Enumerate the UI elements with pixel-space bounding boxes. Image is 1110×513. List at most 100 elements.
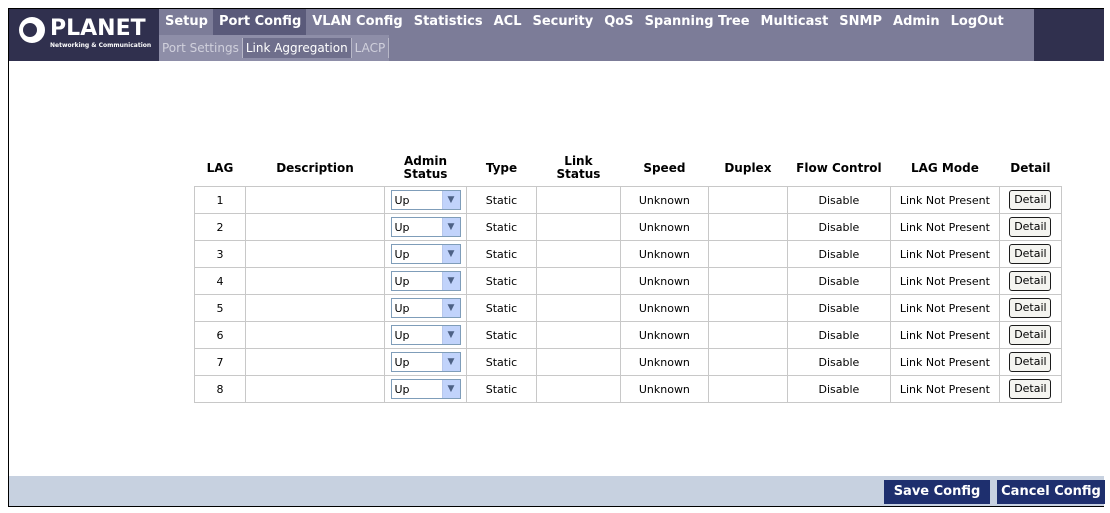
col-lag: LAG [206,160,234,175]
lag-mode-cell: Link Not Present [889,294,1000,322]
speed-cell: Unknown [619,375,709,403]
nav-item-spanning-tree[interactable]: Spanning Tree [639,9,755,35]
duplex-cell [707,267,788,295]
description-cell [245,186,385,214]
description-cell [245,375,385,403]
admin-status-cell: Up ▼ [384,348,467,376]
admin-status-cell: Up ▼ [384,240,467,268]
nav-item-statistics[interactable]: Statistics [408,9,488,35]
nav-item-qos[interactable]: QoS [598,9,638,35]
logo-tagline: Networking & Communication [50,42,152,49]
detail-button[interactable]: Detail [1009,244,1052,264]
table-row: 5 Up ▼ Static Unknown Disable Link Not Present… [194,294,1062,322]
lag-mode-cell: Link Not Present [889,348,1000,376]
app-frame: PLANET Networking & Communication Setup P… [8,8,1105,507]
chevron-down-icon[interactable]: ▼ [441,326,460,344]
subnav-item-lacp[interactable]: LACP [352,38,390,58]
nav-item-snmp[interactable]: SNMP [833,9,887,35]
table-row: 8 Up ▼ Static Unknown Disable Link Not Present… [194,375,1062,403]
lag-cell: 7 [194,348,246,376]
link-status-cell [536,294,621,322]
admin-status-select[interactable]: Up ▼ [390,190,461,210]
flow-control-cell: Disable [786,294,891,322]
admin-status-select[interactable]: Up ▼ [390,217,461,237]
description-cell [245,321,385,349]
col-duplex: Duplex [724,160,772,175]
type-cell: Static [466,267,537,295]
admin-status-value: Up [394,301,410,315]
chevron-down-icon[interactable]: ▼ [441,380,460,398]
nav-item-admin[interactable]: Admin [887,9,945,35]
lag-cell: 1 [194,186,246,214]
link-status-cell [536,186,621,214]
admin-status-value: Up [394,193,410,207]
admin-status-select[interactable]: Up ▼ [390,352,461,372]
nav-item-port-config[interactable]: Port Config [212,9,307,35]
table-header-row: LAG Description Admin Status Type Link S… [195,150,1062,187]
lag-cell: 3 [194,240,246,268]
col-type: Type [485,160,518,175]
subnav-item-port-settings[interactable]: Port Settings [159,38,243,58]
nav-item-acl[interactable]: ACL [488,9,527,35]
lag-table-body: 1 Up ▼ Static Unknown Disable Link Not Present… [194,186,1062,403]
detail-button[interactable]: Detail [1009,217,1052,237]
detail-button[interactable]: Detail [1009,325,1052,345]
type-cell: Static [466,321,537,349]
chevron-down-icon[interactable]: ▼ [441,272,460,290]
flow-control-cell: Disable [786,348,891,376]
flow-control-cell: Disable [786,240,891,268]
speed-cell: Unknown [619,213,709,241]
link-status-cell [536,267,621,295]
admin-status-value: Up [394,382,410,396]
detail-button[interactable]: Detail [1009,379,1052,399]
chevron-down-icon[interactable]: ▼ [441,218,460,236]
description-cell [245,267,385,295]
detail-button[interactable]: Detail [1009,271,1052,291]
admin-status-cell: Up ▼ [384,321,467,349]
admin-status-select[interactable]: Up ▼ [390,244,461,264]
nav-item-logout[interactable]: LogOut [945,9,1009,35]
table-row: 1 Up ▼ Static Unknown Disable Link Not Present… [194,186,1062,214]
duplex-cell [707,348,788,376]
speed-cell: Unknown [619,321,709,349]
chevron-down-icon[interactable]: ▼ [441,191,460,209]
admin-status-value: Up [394,220,410,234]
save-config-button[interactable]: Save Config [884,480,990,504]
subnav-item-link-aggregation[interactable]: Link Aggregation [242,38,352,58]
detail-button[interactable]: Detail [1009,190,1052,210]
flow-control-cell: Disable [786,321,891,349]
main-menu: Setup Port Config VLAN Config Statistics ACL… [159,9,1034,61]
admin-status-select[interactable]: Up ▼ [390,271,461,291]
admin-status-select[interactable]: Up ▼ [390,325,461,345]
table-row: 2 Up ▼ Static Unknown Disable Link Not Present… [194,213,1062,241]
link-status-cell [536,348,621,376]
nav-item-setup[interactable]: Setup [159,9,213,35]
admin-status-value: Up [394,274,410,288]
chevron-down-icon[interactable]: ▼ [441,299,460,317]
admin-status-value: Up [394,328,410,342]
chevron-down-icon[interactable]: ▼ [441,353,460,371]
nav-item-security[interactable]: Security [527,9,599,35]
nav-item-multicast[interactable]: Multicast [755,9,834,35]
chevron-down-icon[interactable]: ▼ [441,245,460,263]
duplex-cell [707,375,788,403]
detail-button[interactable]: Detail [1009,298,1052,318]
lag-cell: 5 [194,294,246,322]
nav-item-vlan-config[interactable]: VLAN Config [306,9,407,35]
admin-status-select[interactable]: Up ▼ [390,379,461,399]
description-cell [245,240,385,268]
table-row: 3 Up ▼ Static Unknown Disable Link Not Present… [194,240,1062,268]
col-description: Description [276,160,354,175]
col-detail: Detail [1010,160,1051,175]
link-status-cell [536,213,621,241]
lag-cell: 2 [194,213,246,241]
detail-cell: Detail [998,294,1062,322]
type-cell: Static [466,348,537,376]
type-cell: Static [466,186,537,214]
admin-status-select[interactable]: Up ▼ [390,298,461,318]
flow-control-cell: Disable [786,213,891,241]
detail-button[interactable]: Detail [1009,352,1052,372]
detail-cell: Detail [998,321,1062,349]
table-row: 6 Up ▼ Static Unknown Disable Link Not Present… [194,321,1062,349]
cancel-config-button[interactable]: Cancel Config [997,480,1105,504]
